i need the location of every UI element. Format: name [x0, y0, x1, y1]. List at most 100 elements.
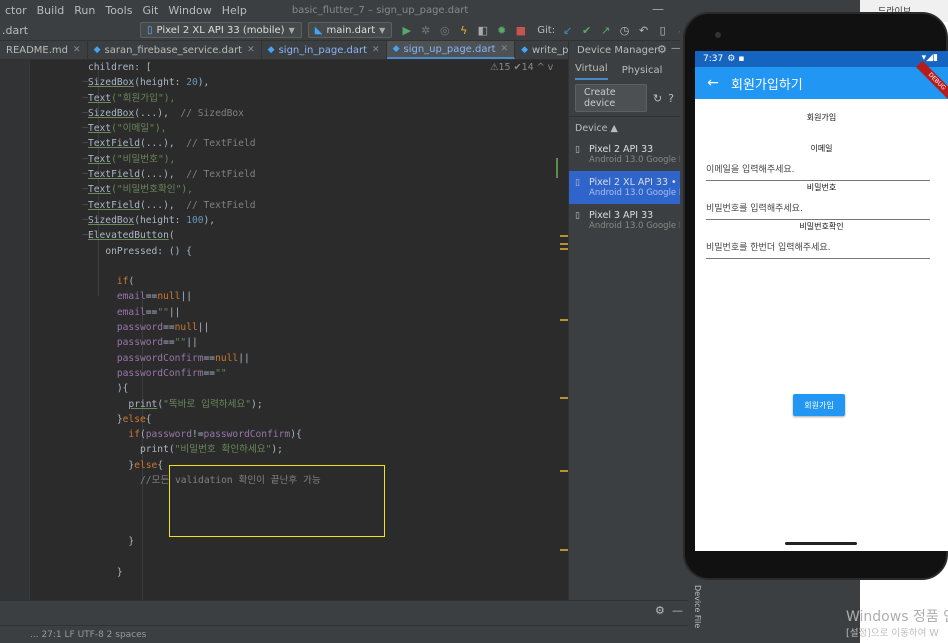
git-push-icon[interactable]: ↗ — [597, 22, 614, 38]
tab-label: saran_firebase_service.dart — [104, 44, 243, 56]
password-confirm-label: 비밀번호확인 — [799, 222, 844, 231]
email-field[interactable]: 이메일을 입력해주세요. — [706, 160, 930, 181]
code-line: print("비밀번호 확인하세요"); — [139, 444, 283, 456]
phone-screen[interactable]: 7:37 ⚙ ▪ ▾◢▮ ← 회원가입하기 DEBUG 회원가입 이메일 이메일… — [695, 51, 948, 551]
windows-watermark-sub: [설정]으로 이동하여 W — [846, 628, 939, 639]
bottom-toolbar: ⚙ — — [0, 600, 688, 625]
debug-icon[interactable]: ✲ — [417, 22, 434, 38]
menu-editor[interactable]: ctor — [0, 4, 32, 17]
minimize-icon[interactable]: — — [671, 43, 680, 54]
tab-label: README.md — [6, 44, 69, 56]
tab-sign-up-page[interactable]: ◆ sign_up_page.dart ✕ — [386, 41, 516, 59]
device-manager-tabs: Virtual Physical — [569, 60, 680, 80]
status-time: 7:37 — [703, 54, 724, 64]
menu-tools[interactable]: Tools — [100, 4, 137, 17]
menu-help[interactable]: Help — [217, 4, 252, 17]
phone-icon: ▯ — [147, 24, 153, 36]
sim-icon: ▪ — [738, 54, 745, 64]
coverage-icon[interactable]: ◎ — [436, 22, 453, 38]
tab-readme[interactable]: README.md ✕ — [0, 41, 88, 59]
tab-label: sign_in_page.dart — [278, 44, 368, 56]
device-column-header[interactable]: Device ▲ — [569, 116, 680, 138]
hot-restart-icon[interactable]: ✹ — [493, 22, 510, 38]
close-icon[interactable]: ✕ — [73, 45, 81, 55]
password-confirm-field[interactable]: 비밀번호를 한번더 입력해주세요. — [706, 238, 930, 259]
device-row[interactable]: ▯ Pixel 2 XL API 33 • Android 13.0 Googl… — [569, 171, 680, 204]
dart-file-icon: ◆ — [392, 44, 400, 54]
code-editor[interactable]: ⚠15 ✔14 ^ v children: [ ─SizedBox(height… — [0, 60, 568, 600]
device-selector-label: Pixel 2 XL API 33 (mobile) — [156, 24, 285, 36]
attach-icon[interactable]: ◧ — [474, 22, 491, 38]
signup-button[interactable]: 회원가입 — [793, 394, 845, 416]
gear-icon[interactable]: ⚙ — [657, 43, 667, 56]
form-heading: 회원가입 — [806, 113, 837, 122]
phone-icon: ▯ — [575, 211, 580, 221]
refresh-icon[interactable]: ↻ — [653, 92, 662, 105]
run-icon[interactable]: ▶ — [398, 22, 415, 38]
menu-git[interactable]: Git — [137, 4, 163, 17]
stop-icon[interactable]: ■ — [512, 22, 529, 38]
tab-physical[interactable]: Physical — [622, 65, 663, 80]
help-icon[interactable]: ? — [668, 92, 674, 105]
git-label: Git: — [537, 24, 556, 36]
gear-icon[interactable]: ⚙ — [655, 604, 665, 617]
hot-reload-icon[interactable]: ϟ — [455, 22, 472, 38]
device-manager-icon[interactable]: ▯ — [654, 22, 671, 38]
chevron-down-icon: ▼ — [288, 25, 295, 35]
code-line: ─TextField(...), // TextField — [36, 199, 256, 211]
tab-sign-in-page[interactable]: ◆ sign_in_page.dart ✕ — [262, 41, 387, 59]
close-icon[interactable]: ✕ — [372, 45, 380, 55]
code-line: email==""|| — [116, 306, 181, 318]
run-config-label: main.dart — [326, 24, 376, 36]
create-device-button[interactable]: Create device — [575, 84, 647, 112]
tab-label: write_post_page.dart — [532, 44, 568, 56]
tab-firebase-service[interactable]: ◆ saran_firebase_service.dart ✕ — [88, 41, 262, 59]
minimize-icon[interactable]: — — [652, 2, 664, 16]
gesture-nav-bar[interactable] — [785, 542, 857, 545]
app-bar-title: 회원가입하기 — [731, 77, 803, 93]
git-update-icon[interactable]: ↙ — [559, 22, 576, 38]
git-commit-icon[interactable]: ✔ — [578, 22, 595, 38]
tab-write-post-page[interactable]: ◆write_post_page.dart✕ — [515, 41, 568, 59]
code-line: password==""|| — [116, 337, 198, 349]
device-manager-title: Device Manager — [577, 45, 659, 56]
menu-window[interactable]: Window — [163, 4, 216, 17]
device-actions: Create device ↻ ? — [569, 80, 680, 116]
close-icon[interactable]: ✕ — [247, 45, 255, 55]
line-gutter[interactable] — [0, 60, 30, 600]
device-selector[interactable]: ▯ Pixel 2 XL API 33 (mobile) ▼ — [140, 22, 302, 38]
signup-form: 회원가입 이메일 이메일을 입력해주세요. 비밀번호 비밀번호를 입력해주세요.… — [695, 112, 948, 551]
breadcrumb[interactable]: .dart — [0, 24, 140, 37]
code-line: passwordConfirm==null|| — [116, 352, 250, 364]
minimize-icon[interactable]: — — [672, 604, 683, 617]
highlight-box — [169, 465, 385, 537]
debug-banner: DEBUG — [916, 60, 948, 103]
editor-tabs: README.md ✕ ◆ saran_firebase_service.dart ✕… — [0, 41, 568, 60]
code-line: ─TextField(...), // TextField — [36, 169, 256, 181]
device-android-version: Android 13.0 Google Play — [589, 155, 680, 165]
email-label: 이메일 — [810, 144, 833, 153]
code-line: ─SizedBox(...), // SizedBox — [36, 107, 244, 119]
device-row[interactable]: ▯ Pixel 3 API 33 Android 13.0 Google Pla… — [569, 204, 680, 237]
menu-build[interactable]: Build — [32, 4, 70, 17]
menu-run[interactable]: Run — [69, 4, 100, 17]
password-field[interactable]: 비밀번호를 입력해주세요. — [706, 199, 930, 220]
phone-icon: ▯ — [575, 178, 580, 188]
device-android-version: Android 13.0 Google Play — [589, 221, 680, 231]
tab-label: sign_up_page.dart — [403, 43, 496, 55]
history-icon[interactable]: ◷ — [616, 22, 633, 38]
code-line: if( — [116, 276, 135, 288]
code-line: ─Text("이메일"), — [36, 123, 167, 135]
rollback-icon[interactable]: ↶ — [635, 22, 652, 38]
code-line: children: [ — [87, 62, 152, 73]
code-line: passwordConfirm=="" — [116, 367, 227, 379]
run-config-selector[interactable]: ◣ main.dart ▼ — [307, 22, 393, 38]
code-line: print("똑바로 입력하세요"); — [128, 398, 263, 410]
device-name: Pixel 2 XL API 33 • — [589, 177, 677, 188]
close-icon[interactable]: ✕ — [501, 44, 509, 54]
device-row[interactable]: ▯ Pixel 2 API 33 Android 13.0 Google Pla… — [569, 138, 680, 171]
back-arrow-icon[interactable]: ← — [695, 75, 731, 91]
tab-virtual[interactable]: Virtual — [575, 63, 608, 80]
device-file-explorer-tab[interactable]: Device File — [690, 585, 702, 628]
code-line: ─Text("비밀번호확인"), — [36, 184, 193, 196]
